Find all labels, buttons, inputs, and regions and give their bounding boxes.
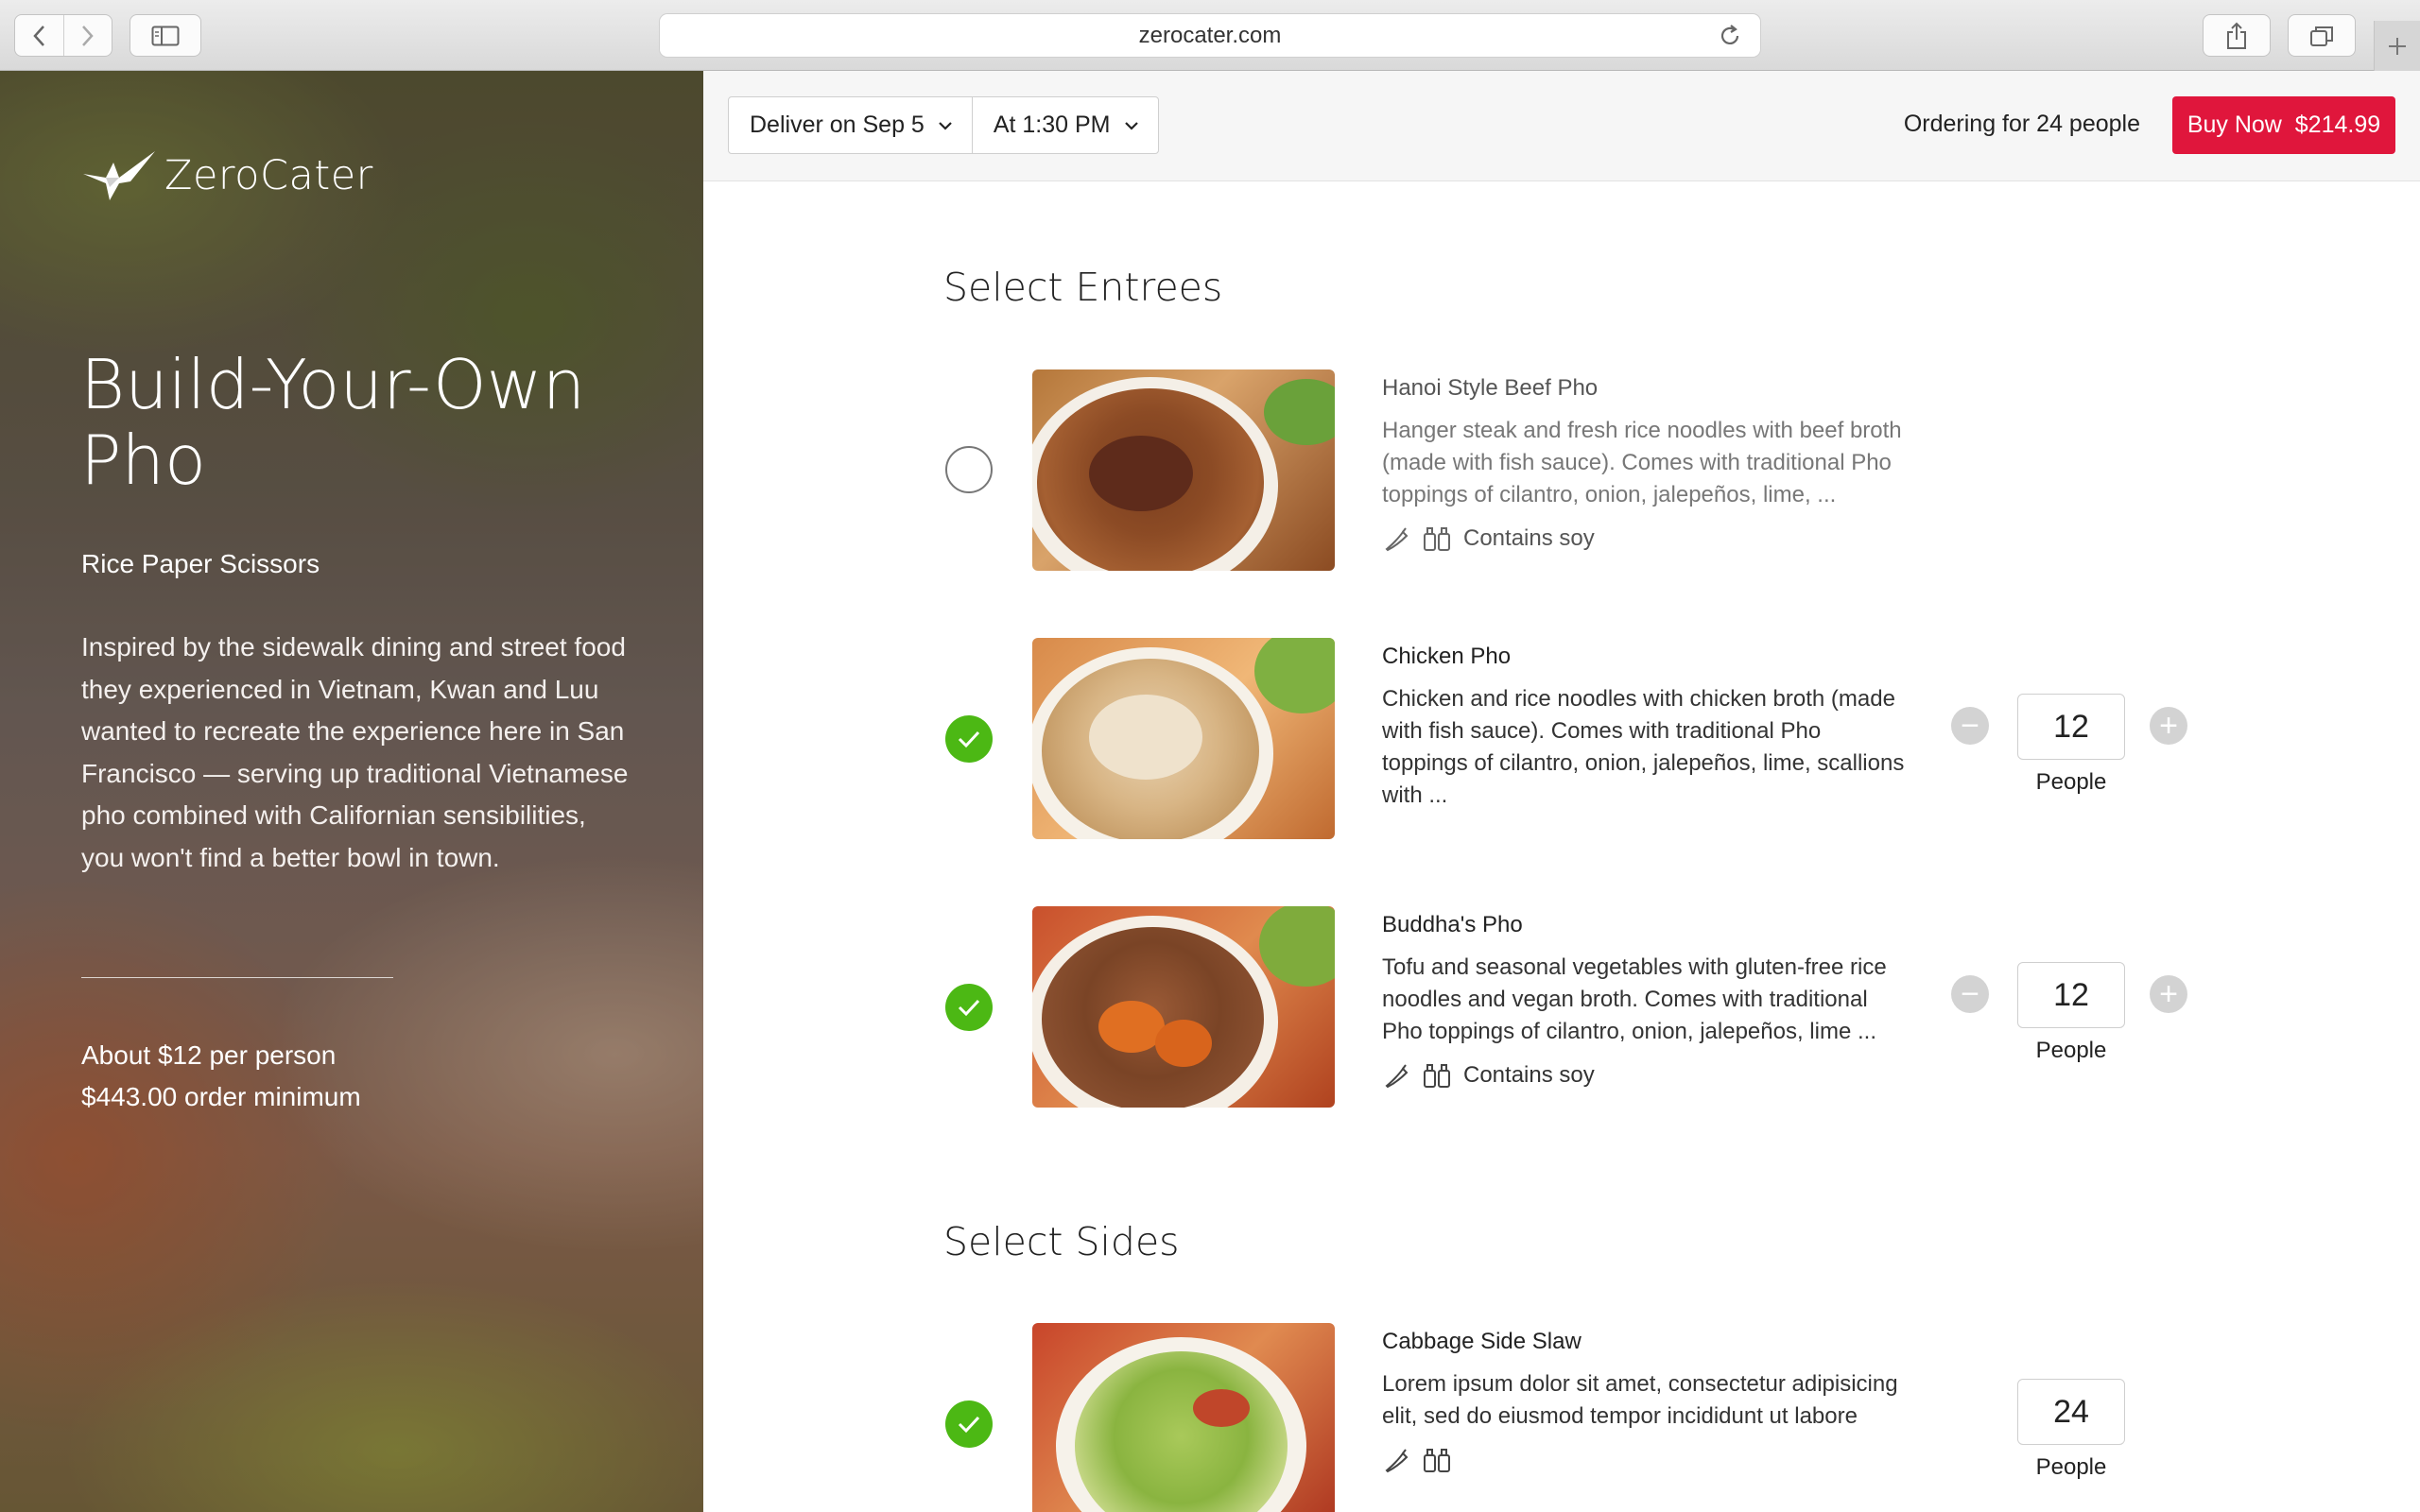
order-minimum: $443.00 order minimum bbox=[81, 1082, 361, 1111]
checkmark-icon bbox=[958, 999, 980, 1017]
diet-note: Contains soy bbox=[1463, 525, 1595, 551]
delivery-time-dropdown[interactable]: At 1:30 PM bbox=[971, 97, 1158, 153]
back-button[interactable] bbox=[15, 15, 63, 56]
chevron-left-icon bbox=[33, 25, 45, 46]
checkmark-icon bbox=[958, 1416, 980, 1434]
quantity-input[interactable]: 12 bbox=[2017, 962, 2125, 1028]
price-per-person: About $12 per person bbox=[81, 1040, 337, 1070]
dietary-info bbox=[1382, 1446, 1911, 1474]
section-title-sides: Select Sides bbox=[943, 1219, 1180, 1264]
increment-button[interactable]: + bbox=[2150, 975, 2187, 1013]
dish-image[interactable] bbox=[1032, 638, 1335, 839]
chevron-right-icon bbox=[81, 25, 94, 46]
order-bar: Deliver on Sep 5 At 1:30 PM Ordering for… bbox=[703, 71, 2420, 181]
buy-label: Buy Now bbox=[2187, 112, 2282, 138]
pepper-icon bbox=[1385, 1449, 1409, 1473]
dish-name[interactable]: Buddha's Pho bbox=[1382, 911, 1911, 939]
delivery-time-label: At 1:30 PM bbox=[993, 112, 1111, 138]
dish-image[interactable] bbox=[1032, 1323, 1335, 1512]
dish-description: Chicken and rice noodles with chicken br… bbox=[1382, 686, 1905, 808]
section-title-entrees: Select Entrees bbox=[943, 265, 1223, 310]
dish-image[interactable] bbox=[1032, 369, 1335, 571]
decrement-button[interactable]: − bbox=[1951, 975, 1989, 1013]
plus-icon: + bbox=[2159, 976, 2178, 1012]
pepper-icon bbox=[1385, 527, 1409, 552]
minus-icon: − bbox=[1961, 708, 1979, 744]
checkmark-icon bbox=[958, 730, 980, 748]
restaurant-description: Inspired by the sidewalk dining and stre… bbox=[81, 632, 629, 872]
crane-logo-icon bbox=[83, 151, 155, 200]
plus-icon bbox=[2389, 37, 2406, 55]
quantity-label: People bbox=[2035, 1454, 2107, 1480]
select-checkbox[interactable] bbox=[945, 984, 993, 1031]
quantity-input[interactable]: 24 bbox=[2017, 1379, 2125, 1445]
dish-info: Hanoi Style Beef Pho Hanger steak and fr… bbox=[1382, 369, 1911, 553]
share-icon bbox=[2227, 22, 2246, 49]
quantity-input[interactable]: 12 bbox=[2017, 694, 2125, 760]
dish-name[interactable]: Chicken Pho bbox=[1382, 643, 1911, 671]
tabs-button[interactable] bbox=[2288, 14, 2356, 57]
sidebar-toggle-button[interactable] bbox=[130, 14, 201, 57]
url-text: zerocater.com bbox=[1138, 22, 1282, 48]
dietary-info: Contains soy bbox=[1382, 1061, 1911, 1090]
soy-bottle-icon bbox=[1424, 1064, 1450, 1088]
dish-description: Lorem ipsum dolor sit amet, consectetur … bbox=[1382, 1371, 1898, 1429]
delivery-date-dropdown[interactable]: Deliver on Sep 5 bbox=[729, 97, 972, 153]
page-title: Build-Your-Own Pho bbox=[80, 345, 586, 500]
zerocater-logo[interactable]: ZeroCater bbox=[81, 149, 373, 202]
select-checkbox[interactable] bbox=[945, 715, 993, 763]
dish-info: Cabbage Side Slaw Lorem ipsum dolor sit … bbox=[1382, 1323, 1911, 1474]
select-checkbox[interactable] bbox=[945, 446, 993, 493]
restaurant-name: Rice Paper Scissors bbox=[81, 549, 320, 578]
dietary-info: Contains soy bbox=[1382, 524, 1911, 553]
delivery-selector: Deliver on Sep 5 At 1:30 PM bbox=[728, 96, 1159, 154]
sidebar-icon bbox=[151, 26, 180, 45]
history-nav bbox=[14, 14, 112, 57]
dish-name[interactable]: Cabbage Side Slaw bbox=[1382, 1328, 1911, 1356]
minus-icon: − bbox=[1961, 976, 1979, 1012]
tabs-icon bbox=[2310, 26, 2333, 46]
chevron-down-icon bbox=[1124, 121, 1138, 130]
forward-button[interactable] bbox=[62, 15, 112, 56]
reload-icon[interactable] bbox=[1717, 23, 1743, 49]
dish-info: Chicken Pho Chicken and rice noodles wit… bbox=[1382, 638, 1911, 812]
list-item: Chicken Pho Chicken and rice noodles wit… bbox=[943, 638, 2220, 846]
new-tab-button[interactable] bbox=[2374, 21, 2420, 71]
address-bar[interactable]: zerocater.com bbox=[659, 13, 1761, 58]
pricing-info: About $12 per person $443.00 order minim… bbox=[81, 1035, 361, 1118]
divider bbox=[81, 977, 393, 978]
brand-name: ZeroCater bbox=[164, 152, 373, 199]
soy-bottle-icon bbox=[1424, 1449, 1450, 1472]
dish-description: Hanger steak and fresh rice noodles with… bbox=[1382, 418, 1902, 507]
dish-image[interactable] bbox=[1032, 906, 1335, 1108]
soy-bottle-icon bbox=[1424, 527, 1450, 551]
quantity-label: People bbox=[2035, 769, 2107, 795]
quantity-label: People bbox=[2035, 1038, 2107, 1063]
dish-name[interactable]: Hanoi Style Beef Pho bbox=[1382, 374, 1911, 403]
buy-now-button[interactable]: Buy Now $214.99 bbox=[2172, 96, 2395, 154]
hero-panel: ZeroCater Build-Your-Own Pho Rice Paper … bbox=[0, 71, 703, 1512]
ordering-for-count: Ordering for 24 people bbox=[1903, 111, 2140, 137]
diet-note: Contains soy bbox=[1463, 1062, 1595, 1088]
dish-info: Buddha's Pho Tofu and seasonal vegetable… bbox=[1382, 906, 1911, 1090]
browser-toolbar: zerocater.com bbox=[0, 0, 2420, 71]
delivery-date-label: Deliver on Sep 5 bbox=[750, 112, 925, 138]
increment-button[interactable]: + bbox=[2150, 707, 2187, 745]
plus-icon: + bbox=[2159, 708, 2178, 744]
buy-price: $214.99 bbox=[2294, 112, 2381, 138]
share-button[interactable] bbox=[2203, 14, 2271, 57]
list-item: Hanoi Style Beef Pho Hanger steak and fr… bbox=[943, 369, 2220, 577]
select-checkbox[interactable] bbox=[945, 1400, 993, 1448]
pepper-icon bbox=[1385, 1064, 1409, 1089]
list-item: Buddha's Pho Tofu and seasonal vegetable… bbox=[943, 906, 2220, 1114]
dish-description: Tofu and seasonal vegetables with gluten… bbox=[1382, 954, 1887, 1044]
chevron-down-icon bbox=[939, 121, 952, 130]
decrement-button[interactable]: − bbox=[1951, 707, 1989, 745]
list-item: Cabbage Side Slaw Lorem ipsum dolor sit … bbox=[943, 1323, 2220, 1512]
